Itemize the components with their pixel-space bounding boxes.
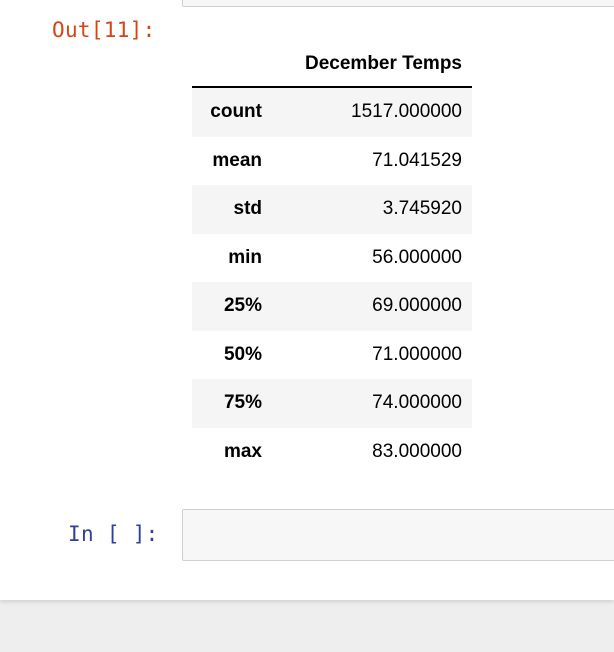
table-row: min 56.000000 [192, 234, 472, 283]
row-label: min [228, 246, 262, 268]
row-label: std [233, 198, 263, 220]
dataframe-output-table: December Temps count 1517.000000 mean 71… [192, 42, 472, 476]
row-label: max [223, 440, 262, 462]
table-header-row: December Temps [192, 42, 472, 88]
row-value: 1517.000000 [351, 101, 462, 123]
row-value: 74.000000 [372, 392, 462, 414]
column-header: December Temps [272, 42, 472, 88]
code-input-area[interactable] [182, 509, 614, 561]
row-label: 50% [223, 343, 262, 365]
table-row: mean 71.041529 [192, 137, 472, 186]
input-prompt: In [ ]: [68, 522, 159, 546]
row-label: mean [212, 149, 262, 171]
table-row: max 83.000000 [192, 428, 472, 477]
previous-cell-input-area[interactable] [182, 0, 614, 7]
row-value: 83.000000 [372, 440, 462, 462]
table-row: count 1517.000000 [192, 87, 472, 137]
table-row: 50% 71.000000 [192, 331, 472, 380]
table-row: 25% 69.000000 [192, 282, 472, 331]
notebook-container: Out[11]: December Temps count 1517.00000… [0, 0, 614, 600]
row-value: 71.000000 [372, 343, 462, 365]
output-prompt: Out[11]: [52, 18, 156, 42]
row-label: count [210, 101, 262, 123]
row-value: 69.000000 [372, 295, 462, 317]
notebook-page: Out[11]: December Temps count 1517.00000… [0, 0, 614, 652]
table-row: std 3.745920 [192, 185, 472, 234]
row-value: 71.041529 [372, 149, 462, 171]
row-label: 25% [223, 295, 262, 317]
row-value: 3.745920 [382, 198, 462, 220]
index-header-blank [192, 42, 272, 88]
row-label: 75% [223, 392, 262, 414]
row-value: 56.000000 [372, 246, 462, 268]
table-row: 75% 74.000000 [192, 379, 472, 428]
